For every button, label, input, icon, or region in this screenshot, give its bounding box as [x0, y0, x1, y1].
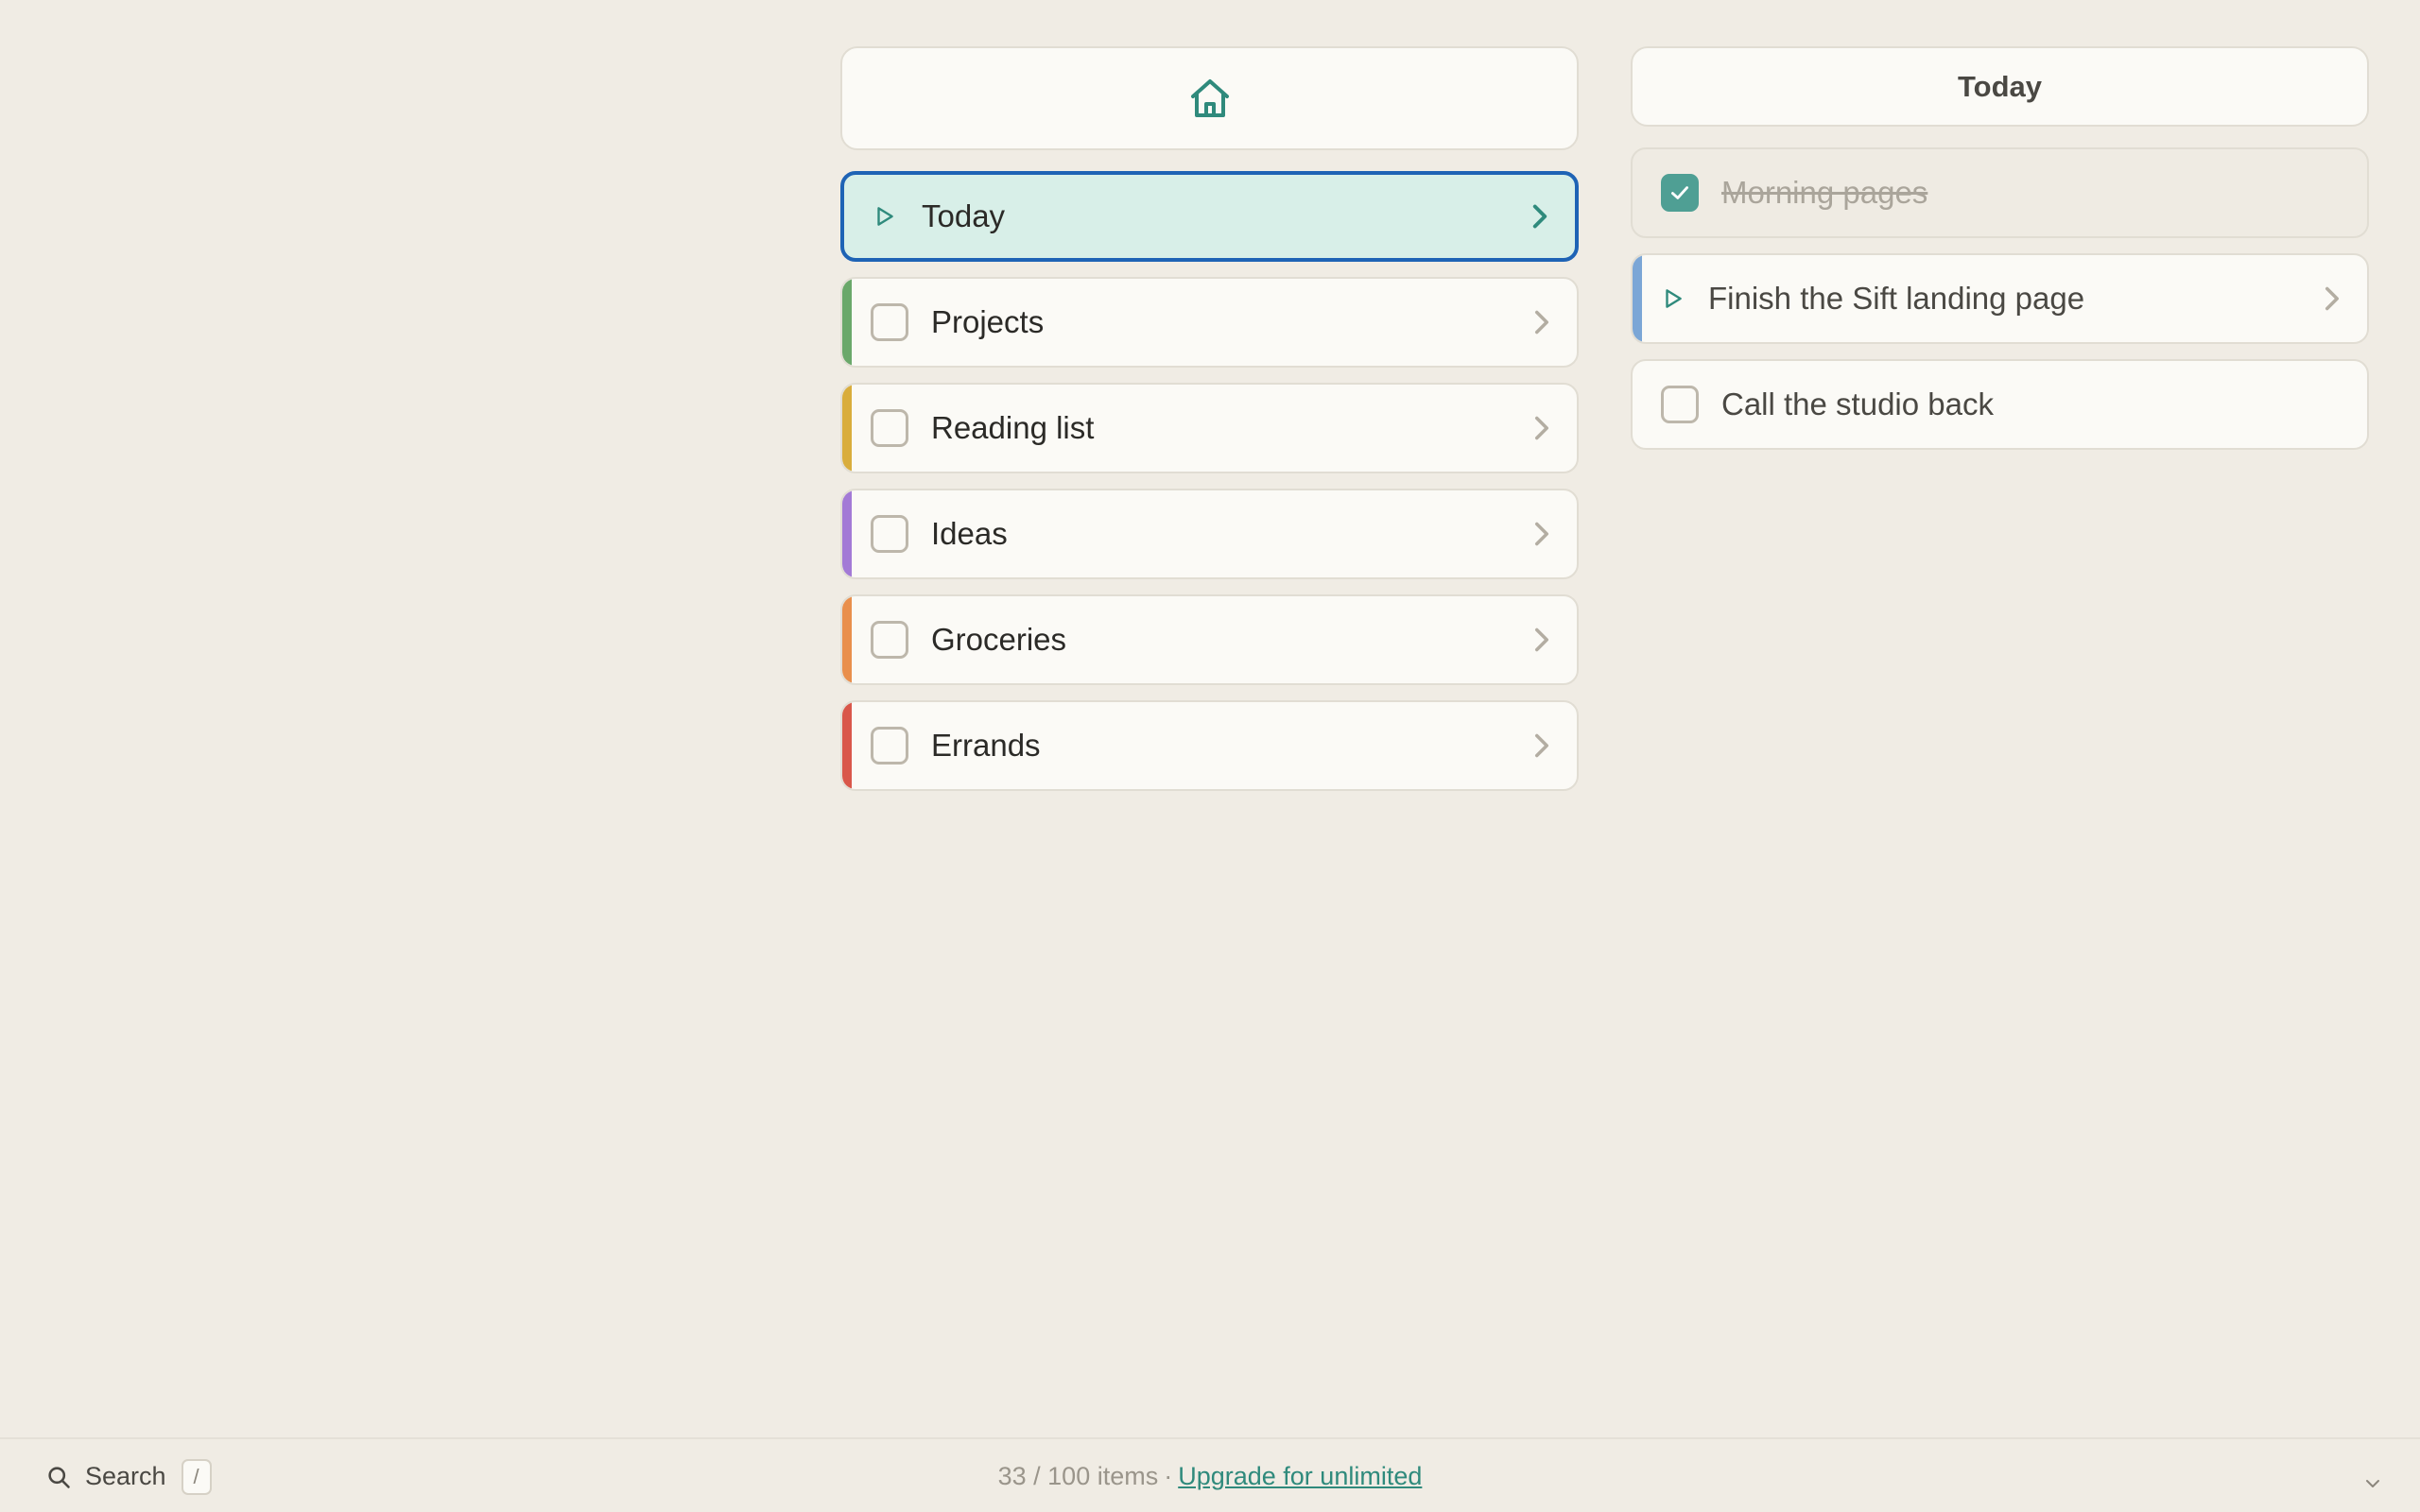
- task-item-morning-pages[interactable]: Morning pages: [1631, 147, 2369, 238]
- list-item-groceries[interactable]: Groceries: [840, 594, 1579, 685]
- list-item-label: Reading list: [931, 410, 1095, 445]
- color-stripe: [842, 596, 852, 683]
- home-icon: [1190, 79, 1229, 117]
- play-icon: [1666, 289, 1682, 308]
- task-checkbox-checked[interactable]: [1661, 174, 1699, 212]
- list-checkbox[interactable]: [871, 303, 908, 341]
- list-checkbox[interactable]: [871, 621, 908, 659]
- task-label: Morning pages: [1721, 175, 1928, 210]
- home-button[interactable]: [840, 46, 1579, 150]
- lists-column: Today Projects Reading list Ideas Grocer…: [840, 46, 1579, 806]
- list-checkbox[interactable]: [871, 409, 908, 447]
- list-item-label: Groceries: [931, 622, 1067, 657]
- panel-title: Today: [1958, 69, 2042, 103]
- list-item-projects[interactable]: Projects: [840, 277, 1579, 368]
- usage-status: 33 / 100 items · Upgrade for unlimited: [0, 1439, 2420, 1512]
- task-item-finish-landing-page[interactable]: Finish the Sift landing page: [1631, 253, 2369, 344]
- item-count: 33 / 100 items: [997, 1462, 1159, 1490]
- task-label: Finish the Sift landing page: [1708, 281, 2085, 316]
- color-stripe: [842, 490, 852, 577]
- chevron-right-icon: [1535, 522, 1548, 546]
- list-item-today[interactable]: Today: [840, 171, 1579, 262]
- color-stripe: [842, 279, 852, 366]
- list-checkbox[interactable]: [871, 515, 908, 553]
- list-item-label: Today: [922, 198, 1006, 233]
- color-stripe: [842, 702, 852, 789]
- chevron-right-icon: [1532, 204, 1547, 229]
- play-icon: [877, 207, 893, 226]
- chevron-right-icon: [1535, 733, 1548, 758]
- footer-bar: Search / 33 / 100 items · Upgrade for un…: [0, 1437, 2420, 1512]
- app-window: Today Projects Reading list Ideas Grocer…: [0, 0, 2420, 1512]
- list-item-label: Projects: [931, 304, 1045, 339]
- chevron-right-icon: [1535, 627, 1548, 652]
- chevron-down-icon[interactable]: [2363, 1477, 2382, 1490]
- checkmark-icon: [1671, 186, 1688, 199]
- list-item-ideas[interactable]: Ideas: [840, 489, 1579, 579]
- list-checkbox[interactable]: [871, 727, 908, 765]
- chevron-right-icon: [1535, 416, 1548, 440]
- list-item-label: Errands: [931, 728, 1041, 763]
- color-stripe: [1633, 255, 1642, 342]
- task-checkbox[interactable]: [1661, 386, 1699, 423]
- list-item-label: Ideas: [931, 516, 1008, 551]
- color-stripe: [842, 385, 852, 472]
- list-item-reading-list[interactable]: Reading list: [840, 383, 1579, 473]
- upgrade-link[interactable]: Upgrade for unlimited: [1178, 1462, 1422, 1491]
- task-item-call-studio[interactable]: Call the studio back: [1631, 359, 2369, 450]
- chevron-right-icon: [2325, 286, 2339, 311]
- today-column: Today Morning pages Finish the Sift land…: [1631, 46, 2369, 465]
- panel-header: Today: [1631, 46, 2369, 127]
- list-item-errands[interactable]: Errands: [840, 700, 1579, 791]
- task-label: Call the studio back: [1721, 387, 1994, 421]
- separator: ·: [1164, 1462, 1173, 1490]
- chevron-right-icon: [1535, 310, 1548, 335]
